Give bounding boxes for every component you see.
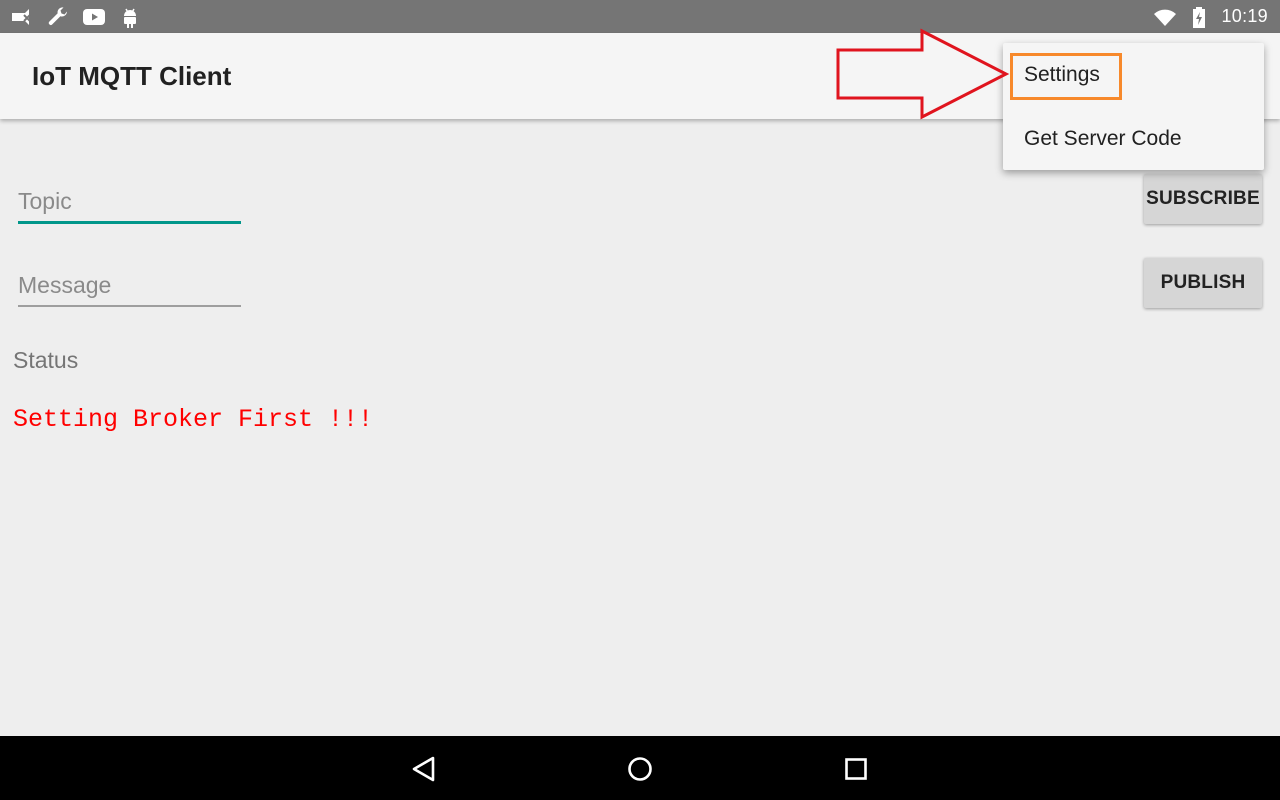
youtube-icon [82, 5, 106, 29]
navigation-bar [0, 736, 1280, 800]
menu-item-settings[interactable]: Settings [1003, 43, 1264, 107]
publish-button[interactable]: PUBLISH [1144, 258, 1262, 308]
battery-icon [1187, 5, 1211, 29]
overflow-menu: Settings Get Server Code [1003, 43, 1264, 170]
topic-field[interactable] [18, 183, 241, 224]
topic-underline [18, 221, 241, 224]
android-icon [118, 5, 142, 29]
subscribe-button[interactable]: SUBSCRIBE [1144, 174, 1262, 224]
status-bar-notifications [10, 4, 142, 29]
message-underline [18, 305, 241, 307]
main-content: SUBSCRIBE PUBLISH Status Setting Broker … [0, 119, 1280, 736]
status-message: Setting Broker First !!! [13, 405, 374, 434]
annotation-arrow-icon [836, 28, 1010, 120]
app-title: IoT MQTT Client [32, 61, 232, 91]
home-icon[interactable] [623, 752, 657, 786]
status-bar: 10:19 [0, 0, 1280, 33]
status-bar-system: 10:19 [1153, 4, 1268, 29]
wrench-icon [46, 5, 70, 29]
menu-item-get-server-code[interactable]: Get Server Code [1003, 107, 1264, 171]
status-label: Status [13, 347, 79, 373]
message-field[interactable] [18, 267, 241, 307]
no-sim-icon [10, 5, 34, 29]
wifi-icon [1153, 5, 1177, 29]
message-input[interactable] [18, 267, 241, 303]
topic-input[interactable] [18, 183, 241, 219]
clock-time: 10:19 [1221, 6, 1268, 26]
recents-icon[interactable] [839, 752, 873, 786]
screen: 10:19 IoT MQTT Client SUBSCRIBE PUBLISH … [0, 0, 1280, 800]
back-icon[interactable] [407, 752, 441, 786]
